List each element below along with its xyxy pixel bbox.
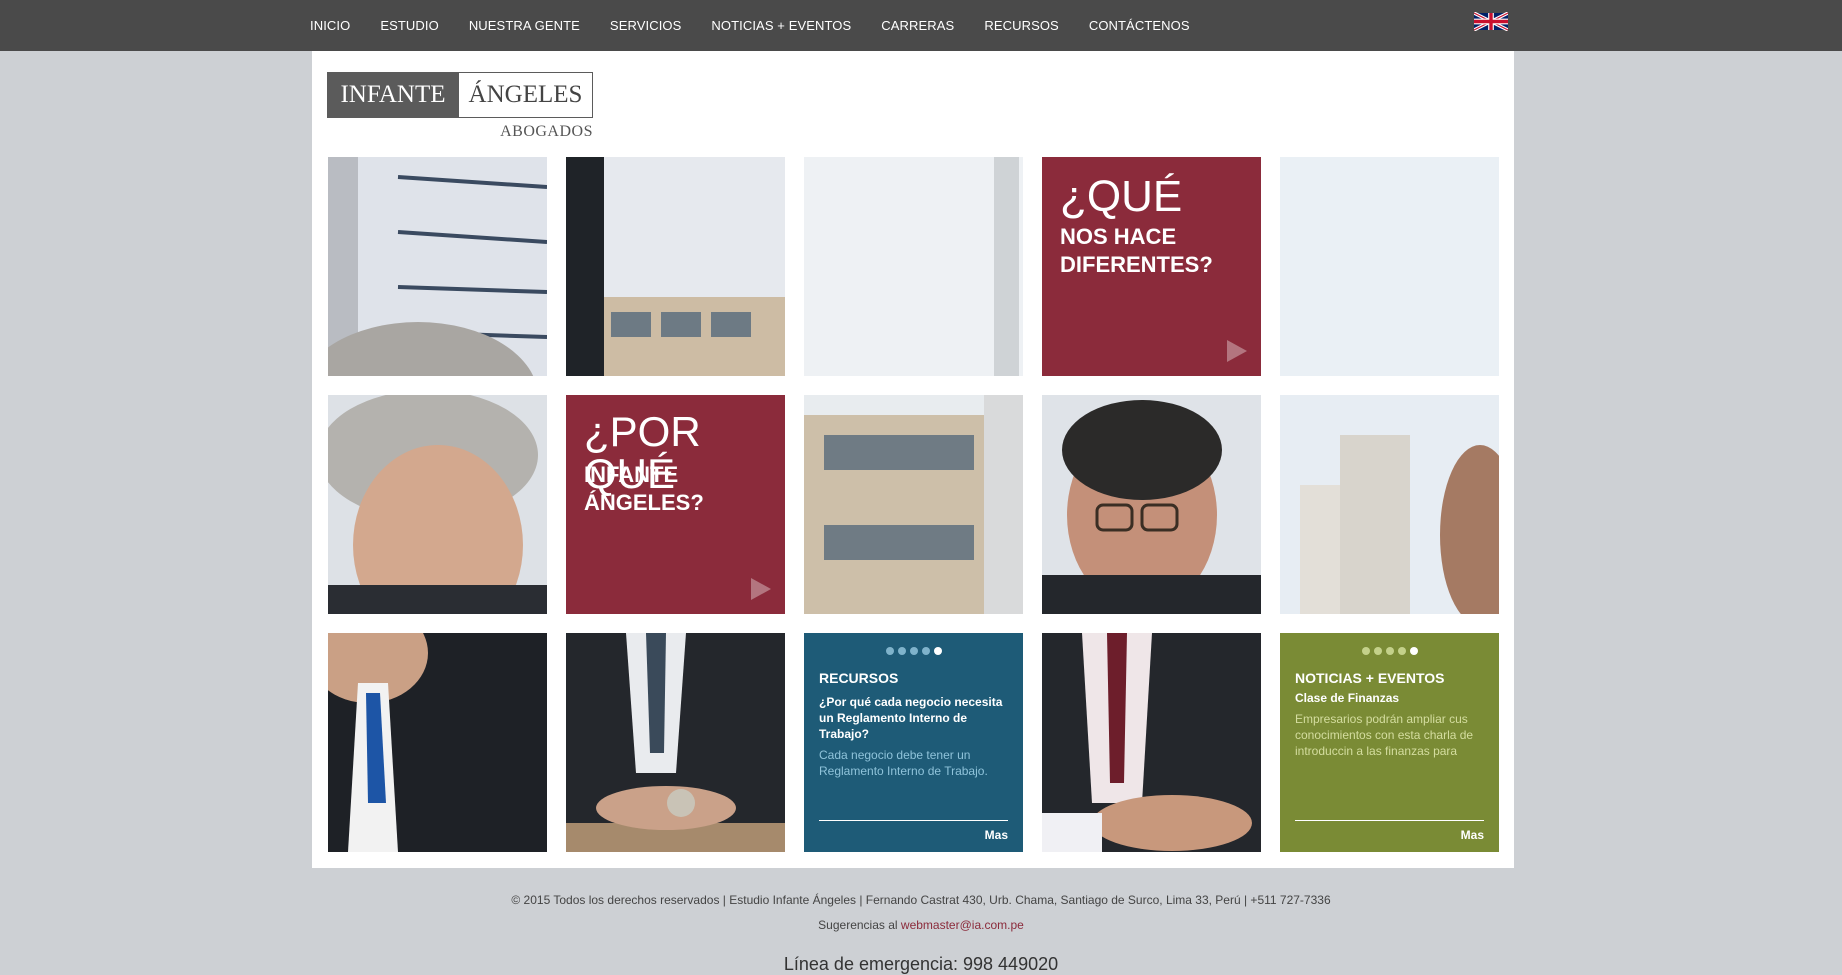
que-line1: NOS HACE (1060, 224, 1177, 249)
recursos-description: Cada negocio debe tener un Reglamento In… (819, 748, 988, 778)
photo-tile-building (566, 157, 785, 376)
carousel-dot[interactable] (885, 647, 894, 655)
firm-logo[interactable]: INFANTE ÁNGELES ABOGADOS (327, 72, 593, 140)
por-que-line2: ÁNGELES? (584, 490, 704, 515)
play-arrow-icon[interactable] (751, 578, 771, 600)
nav-carreras[interactable]: CARRERAS (881, 18, 954, 33)
nav-inicio[interactable]: INICIO (310, 18, 350, 33)
photo-tile-sky-2 (1280, 157, 1499, 376)
carousel-dot-active[interactable] (933, 647, 942, 655)
recursos-carousel-dots[interactable] (804, 642, 1023, 660)
que-heading: ¿QUÉ (1060, 172, 1183, 221)
nav-contactenos[interactable]: CONTÁCTENOS (1089, 18, 1190, 33)
carousel-dot[interactable] (909, 647, 918, 655)
webmaster-email-link[interactable]: webmaster@ia.com.pe (901, 918, 1024, 932)
photo-tile-building-2 (804, 395, 1023, 614)
noticias-title[interactable]: NOTICIAS + EVENTOS (1295, 670, 1445, 686)
carousel-dot[interactable] (1397, 647, 1406, 655)
noticias-more-link[interactable]: Mas (1461, 828, 1484, 842)
main-nav: INICIO ESTUDIO NUESTRA GENTE SERVICIOS N… (310, 0, 1220, 51)
page-container: INFANTE ÁNGELES ABOGADOS ¿QUÉ NOS HACE D… (312, 51, 1514, 868)
nav-noticias-eventos[interactable]: NOTICIAS + EVENTOS (711, 18, 851, 33)
carousel-dot[interactable] (1361, 647, 1370, 655)
footer-suggestions: Sugerencias al webmaster@ia.com.pe (0, 918, 1842, 932)
photo-tile-wristwatch (566, 633, 785, 852)
recursos-panel[interactable]: RECURSOS ¿Por qué cada negocio necesita … (804, 633, 1023, 852)
emergency-line: Línea de emergencia: 998 449020 (783, 954, 1059, 974)
play-arrow-icon[interactable] (1227, 340, 1247, 362)
nav-servicios[interactable]: SERVICIOS (610, 18, 681, 33)
recursos-title[interactable]: RECURSOS (819, 670, 898, 686)
noticias-eventos-panel[interactable]: NOTICIAS + EVENTOS Clase de Finanzas Emp… (1280, 633, 1499, 852)
carousel-dot[interactable] (897, 647, 906, 655)
photo-tile-sky (804, 157, 1023, 376)
por-que-line1: INFANTE (584, 462, 679, 487)
logo-abogados: ABOGADOS (500, 123, 593, 140)
por-que-infante-angeles-tile[interactable]: ¿POR QUÉ INFANTE ÁNGELES? (566, 395, 785, 614)
nav-nuestra-gente[interactable]: NUESTRA GENTE (469, 18, 580, 33)
suggestions-label: Sugerencias al (818, 918, 898, 932)
que-nos-hace-diferentes-tile[interactable]: ¿QUÉ NOS HACE DIFERENTES? (1042, 157, 1261, 376)
photo-tile-window (328, 157, 547, 376)
noticias-description: Empresarios podrán ampliar cus conocimie… (1295, 712, 1474, 758)
top-nav-bar: INICIO ESTUDIO NUESTRA GENTE SERVICIOS N… (0, 0, 1842, 51)
que-line2: DIFERENTES? (1060, 252, 1213, 277)
nav-recursos[interactable]: RECURSOS (984, 18, 1058, 33)
carousel-dot[interactable] (921, 647, 930, 655)
carousel-dot-active[interactable] (1409, 647, 1418, 655)
photo-tile-man-glasses (1042, 395, 1261, 614)
noticias-subtitle[interactable]: Clase de Finanzas (1295, 690, 1485, 706)
photo-tile-man-profile (328, 395, 547, 614)
logo-infante: INFANTE (327, 72, 459, 118)
uk-flag-icon[interactable] (1474, 12, 1508, 31)
carousel-dot[interactable] (1385, 647, 1394, 655)
photo-tile-city (1280, 395, 1499, 614)
recursos-subtitle[interactable]: ¿Por qué cada negocio necesita un Reglam… (819, 694, 1009, 742)
nav-estudio[interactable]: ESTUDIO (380, 18, 438, 33)
footer-copyright: © 2015 Todos los derechos reservados | E… (511, 893, 1331, 907)
recursos-more-link[interactable]: Mas (985, 828, 1008, 842)
photo-tile-suit-blue-tie (328, 633, 547, 852)
noticias-carousel-dots[interactable] (1280, 642, 1499, 660)
carousel-dot[interactable] (1373, 647, 1382, 655)
divider (819, 820, 1008, 821)
divider (1295, 820, 1484, 821)
logo-angeles: ÁNGELES (459, 72, 593, 118)
photo-tile-red-tie (1042, 633, 1261, 852)
